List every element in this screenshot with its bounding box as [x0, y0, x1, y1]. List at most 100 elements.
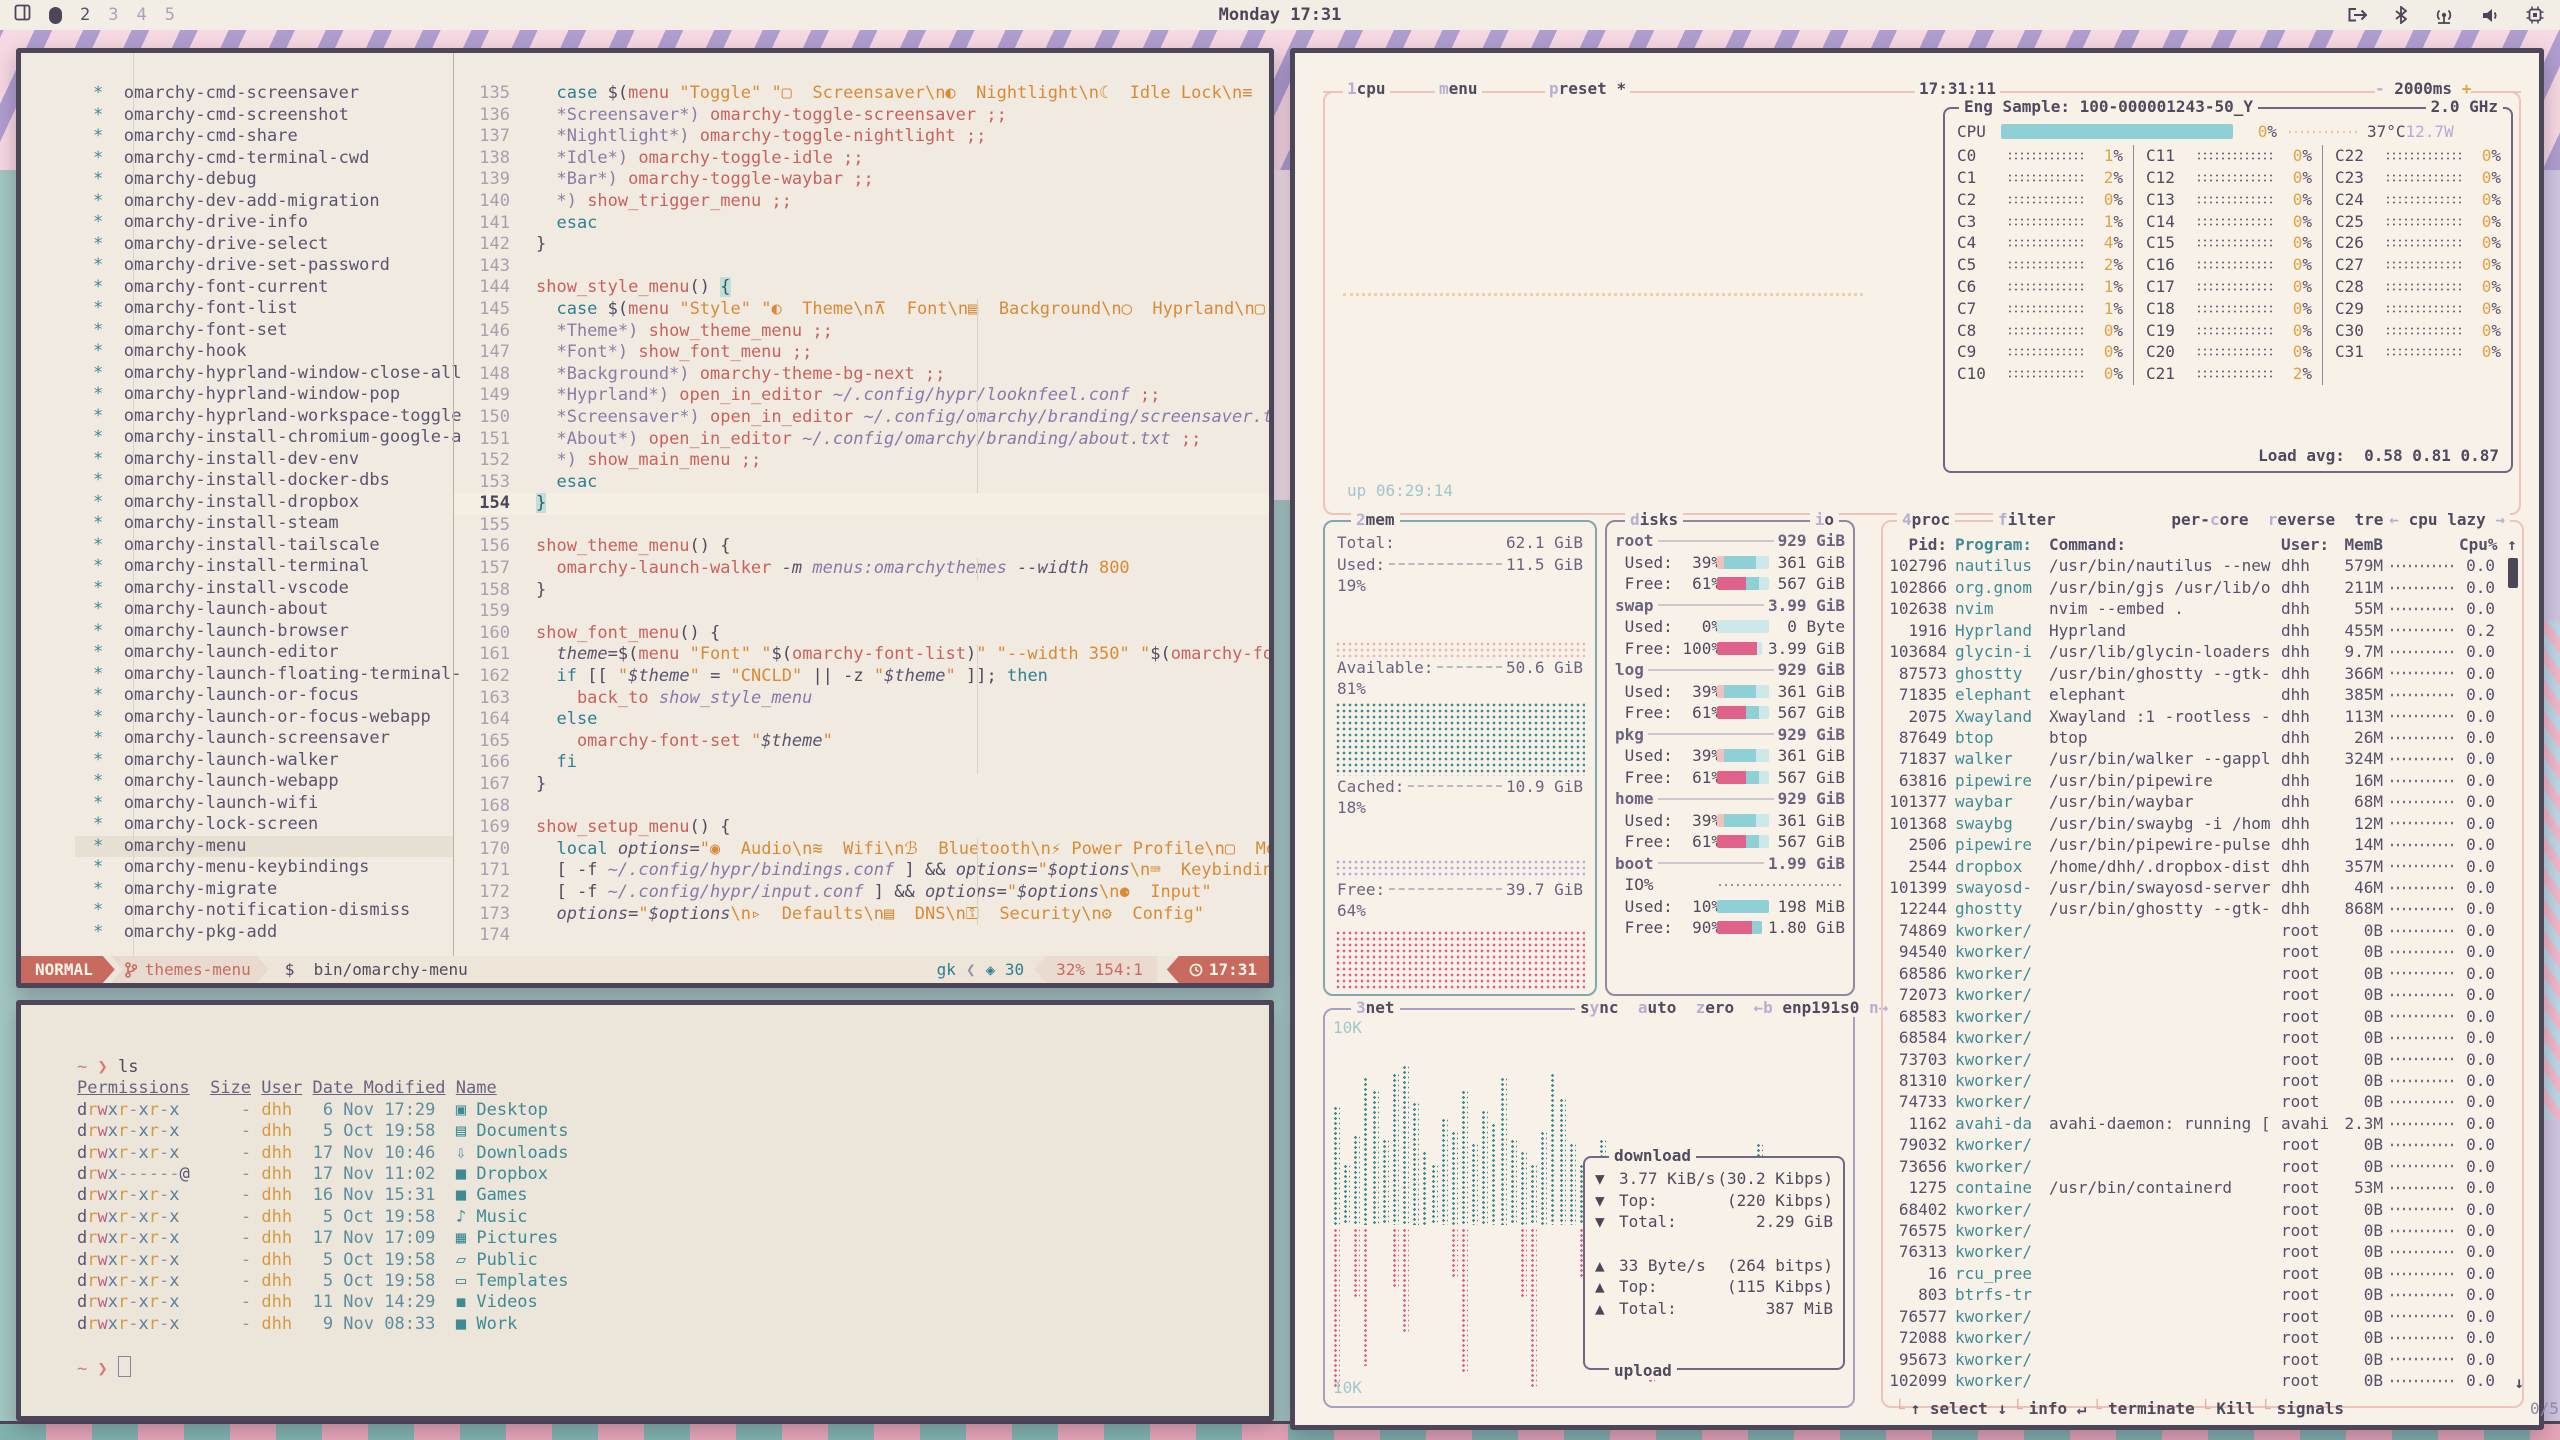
process-row[interactable]: 73703kworker/root0B0.0 — [1883, 1049, 2522, 1070]
file-list-item[interactable]: * omarchy-font-current — [75, 277, 453, 299]
file-list-item[interactable]: * omarchy-hyprland-window-close-all — [75, 363, 453, 385]
bluetooth-icon[interactable] — [2395, 6, 2407, 24]
file-list-item[interactable]: * omarchy-drive-select — [75, 234, 453, 256]
file-list-item[interactable]: * omarchy-install-vscode — [75, 578, 453, 600]
process-row[interactable]: 72073kworker/root0B0.0 — [1883, 984, 2522, 1005]
footer-button-terminate[interactable]: terminate — [2108, 1399, 2195, 1418]
process-row[interactable]: 1162avahi-daavahi-daemon: running [avahi… — [1883, 1113, 2522, 1134]
file-list-item[interactable]: * omarchy-launch-floating-terminal- — [75, 664, 453, 686]
layout-icon[interactable] — [14, 4, 31, 26]
git-branch-chip[interactable]: themes-menu — [111, 956, 269, 983]
file-list-item[interactable]: * omarchy-hyprland-window-pop — [75, 384, 453, 406]
terminal-window[interactable]: ~ ❯ lsPermissions Size User Date Modifie… — [16, 1000, 1274, 1421]
cpu-chip-icon[interactable] — [2526, 6, 2544, 24]
file-list-item[interactable]: * omarchy-launch-screensaver — [75, 728, 453, 750]
file-list-item[interactable]: * omarchy-launch-about — [75, 599, 453, 621]
file-list-item[interactable]: * omarchy-launch-browser — [75, 621, 453, 643]
file-list-item[interactable]: * omarchy-install-dev-env — [75, 449, 453, 471]
file-list-item[interactable]: * omarchy-menu-keybindings — [75, 857, 453, 879]
file-list-item[interactable]: * omarchy-launch-or-focus-webapp — [75, 707, 453, 729]
file-list-item[interactable]: * omarchy-launch-editor — [75, 642, 453, 664]
process-row[interactable]: 95673kworker/root0B0.0 — [1883, 1349, 2522, 1370]
file-list-item[interactable]: * omarchy-cmd-terminal-cwd — [75, 148, 453, 170]
process-row[interactable]: 74869kworker/root0B0.0 — [1883, 920, 2522, 941]
file-list-item[interactable]: * omarchy-launch-webapp — [75, 771, 453, 793]
file-list-item[interactable]: * omarchy-debug — [75, 169, 453, 191]
process-row[interactable]: 68586kworker/root0B0.0 — [1883, 963, 2522, 984]
tab-preset[interactable]: preset * — [1545, 79, 1630, 98]
file-list-item[interactable]: * omarchy-launch-wifi — [75, 793, 453, 815]
file-list-item[interactable]: * omarchy-install-dropbox — [75, 492, 453, 514]
process-row[interactable]: 63816pipewire/usr/bin/pipewiredhh16M0.0 — [1883, 770, 2522, 791]
process-row[interactable]: 2506pipewire/usr/bin/pipewire-pulsedhh14… — [1883, 834, 2522, 855]
process-row[interactable]: 76577kworker/root0B0.0 — [1883, 1306, 2522, 1327]
file-list-item[interactable]: * omarchy-launch-walker — [75, 750, 453, 772]
process-row[interactable]: 87649btopbtopdhh26M0.0 — [1883, 727, 2522, 748]
process-row[interactable]: 101399swayosd-/usr/bin/swayosd-serverdhh… — [1883, 877, 2522, 898]
process-row[interactable]: 101377waybar/usr/bin/waybardhh68M0.0 — [1883, 791, 2522, 812]
process-row[interactable]: 103684glycin-i/usr/lib/glycin-loadersdhh… — [1883, 641, 2522, 662]
tab-menu[interactable]: menu — [1435, 79, 1482, 98]
footer-button-kill[interactable]: Kill — [2216, 1399, 2255, 1418]
footer-button---select--[interactable]: ↑ select ↓ — [1911, 1399, 2007, 1418]
process-row[interactable]: 76313kworker/root0B0.0 — [1883, 1241, 2522, 1262]
file-list-item[interactable]: * omarchy-hook — [75, 341, 453, 363]
file-list-item[interactable]: * omarchy-cmd-screensaver — [75, 83, 453, 105]
scroll-down-arrow[interactable]: ↓ — [2514, 1373, 2524, 1392]
process-row[interactable]: 1275containe/usr/bin/containerdroot53M0.… — [1883, 1177, 2522, 1198]
process-row[interactable]: 102796nautilus/usr/bin/nautilus --newdhh… — [1883, 555, 2522, 576]
process-row[interactable]: 68402kworker/root0B0.0 — [1883, 1199, 2522, 1220]
file-list-item[interactable]: * omarchy-install-docker-dbs — [75, 470, 453, 492]
proc-scrollbar-thumb[interactable] — [2508, 558, 2518, 588]
file-list-item[interactable]: * omarchy-hyprland-workspace-toggle — [75, 406, 453, 428]
process-row[interactable]: 71837walker/usr/bin/walker --gappldhh324… — [1883, 748, 2522, 769]
tab-cpu[interactable]: 1cpu — [1343, 79, 1390, 98]
code-pane[interactable]: 135 case $(menu "Toggle" "▢ Screensaver\… — [454, 53, 1269, 956]
network-broadcast-icon[interactable] — [2433, 7, 2455, 24]
process-row[interactable]: 12244ghostty/usr/bin/ghostty --gtk-dhh86… — [1883, 898, 2522, 919]
process-row[interactable]: 68584kworker/root0B0.0 — [1883, 1027, 2522, 1048]
process-row[interactable]: 81310kworker/root0B0.0 — [1883, 1070, 2522, 1091]
file-list-pane[interactable]: * omarchy-cmd-screensaver* omarchy-cmd-s… — [21, 53, 453, 956]
footer-button-signals[interactable]: signals — [2277, 1399, 2344, 1418]
file-list-item[interactable]: * omarchy-cmd-screenshot — [75, 105, 453, 127]
process-row[interactable]: 102638nvimnvim --embed .dhh55M0.0 — [1883, 598, 2522, 619]
process-row[interactable]: 803btrfs-trroot0B0.0 — [1883, 1284, 2522, 1305]
workspace-5[interactable]: 5 — [165, 5, 175, 25]
process-row[interactable]: 68583kworker/root0B0.0 — [1883, 1006, 2522, 1027]
process-row[interactable]: 71835elephantelephantdhh385M0.0 — [1883, 684, 2522, 705]
file-list-item[interactable]: * omarchy-migrate — [75, 879, 453, 901]
update-interval[interactable]: - 2000ms + — [2375, 79, 2471, 98]
screen-share-icon[interactable] — [2347, 7, 2369, 23]
process-row[interactable]: 79032kworker/root0B0.0 — [1883, 1134, 2522, 1155]
file-list-item[interactable]: * omarchy-install-tailscale — [75, 535, 453, 557]
process-row[interactable]: 2544dropbox/home/dhh/.dropbox-distdhh357… — [1883, 856, 2522, 877]
process-row[interactable]: 102866org.gnom/usr/bin/gjs /usr/lib/odhh… — [1883, 577, 2522, 598]
file-list-item[interactable]: * omarchy-dev-add-migration — [75, 191, 453, 213]
process-row[interactable]: 76575kworker/root0B0.0 — [1883, 1220, 2522, 1241]
process-row[interactable]: 87573ghostty/usr/bin/ghostty --gtk-dhh36… — [1883, 663, 2522, 684]
file-list-item[interactable]: * omarchy-font-set — [75, 320, 453, 342]
footer-button-info--[interactable]: info ↵ — [2029, 1399, 2087, 1418]
file-list-item[interactable]: * omarchy-install-steam — [75, 513, 453, 535]
process-row[interactable]: 2075XwaylandXwayland :1 -rootless -dhh11… — [1883, 706, 2522, 727]
workspace-3[interactable]: 3 — [108, 5, 118, 25]
file-list-item[interactable]: * omarchy-launch-or-focus — [75, 685, 453, 707]
file-list-item[interactable]: * omarchy-menu — [75, 836, 453, 858]
process-row[interactable]: 74733kworker/root0B0.0 — [1883, 1091, 2522, 1112]
file-list-item[interactable]: * omarchy-font-list — [75, 298, 453, 320]
process-row[interactable]: 16rcu_preeroot0B0.0 — [1883, 1263, 2522, 1284]
process-row[interactable]: 1916HyprlandHyprlanddhh455M0.2 — [1883, 620, 2522, 641]
terminal-cursor[interactable] — [118, 1356, 131, 1377]
file-list-item[interactable]: * omarchy-lock-screen — [75, 814, 453, 836]
process-row[interactable]: 94540kworker/root0B0.0 — [1883, 941, 2522, 962]
process-row[interactable]: 72088kworker/root0B0.0 — [1883, 1327, 2522, 1348]
file-list-item[interactable]: * omarchy-drive-set-password — [75, 255, 453, 277]
file-list-item[interactable]: * omarchy-cmd-share — [75, 126, 453, 148]
volume-icon[interactable] — [2481, 7, 2500, 24]
file-list-item[interactable]: * omarchy-pkg-add — [75, 922, 453, 944]
file-list-item[interactable]: * omarchy-drive-info — [75, 212, 453, 234]
file-list-item[interactable]: * omarchy-install-terminal — [75, 556, 453, 578]
process-row[interactable]: 102099kworker/root0B0.0 — [1883, 1370, 2522, 1391]
workspace-4[interactable]: 4 — [137, 5, 147, 25]
